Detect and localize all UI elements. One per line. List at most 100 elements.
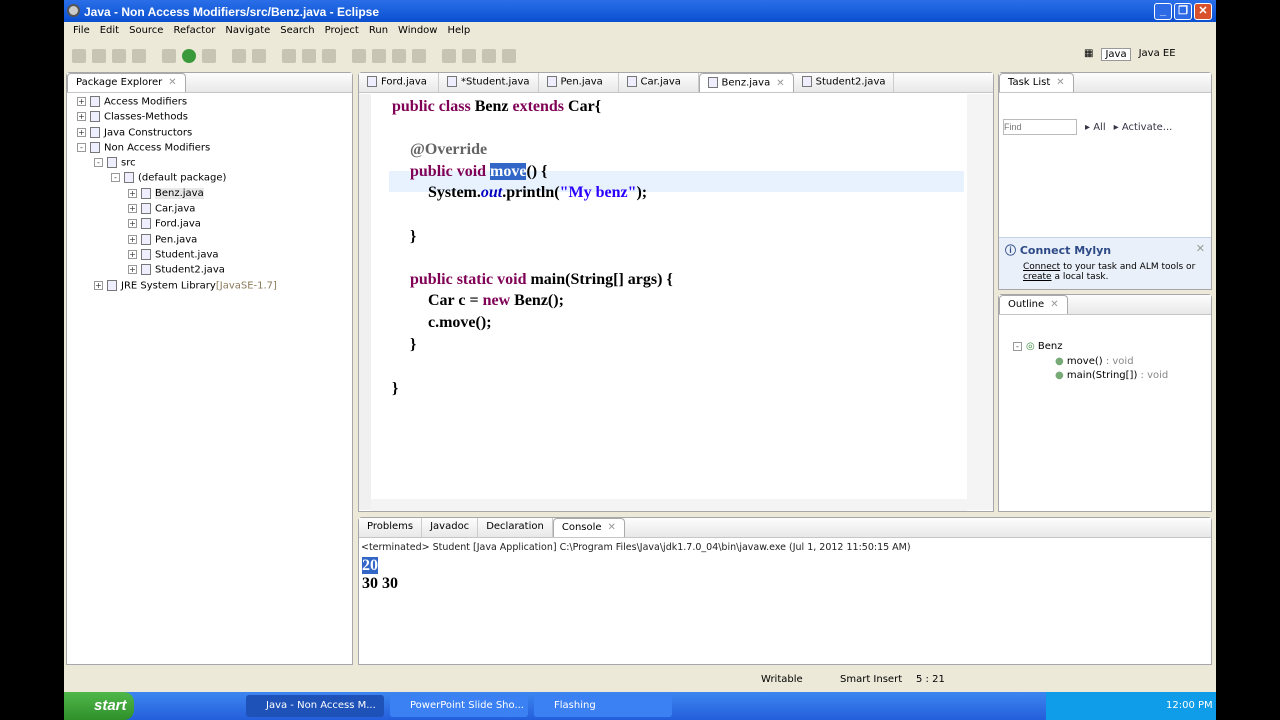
run-icon[interactable] — [182, 49, 196, 63]
tab-task-list[interactable]: Task List ✕ — [999, 73, 1074, 92]
tree-item-label: Classes-Methods — [104, 111, 188, 123]
minimize-button[interactable]: _ — [1154, 3, 1172, 20]
connect-link[interactable]: Connect — [1023, 262, 1060, 272]
print-icon[interactable] — [132, 49, 146, 63]
menu-refactor[interactable]: Refactor — [168, 25, 220, 39]
collapse-icon[interactable]: - — [77, 142, 86, 152]
tree-item[interactable]: - (default package) — [77, 172, 352, 187]
collapse-icon[interactable]: - — [94, 158, 103, 168]
close-icon[interactable]: ✕ — [168, 77, 176, 88]
tree-item[interactable]: + Ford.java — [77, 218, 352, 233]
forward-icon[interactable] — [502, 49, 516, 63]
prev-annotation-icon[interactable] — [462, 49, 476, 63]
filter-all-link[interactable]: ▸ All — [1085, 122, 1106, 133]
expand-icon[interactable]: + — [94, 280, 103, 290]
tab-problems[interactable]: Problems — [359, 518, 423, 537]
save-icon[interactable] — [92, 49, 106, 63]
outline-member[interactable]: ● main(String[]) : void — [1013, 367, 1211, 381]
close-icon[interactable]: ✕ — [776, 78, 784, 89]
menu-navigate[interactable]: Navigate — [220, 25, 275, 39]
menu-source[interactable]: Source — [124, 25, 168, 39]
expand-icon[interactable]: + — [128, 234, 137, 244]
maximize-button[interactable]: ❐ — [1174, 3, 1192, 20]
menu-run[interactable]: Run — [364, 25, 393, 39]
tab-javadoc[interactable]: Javadoc — [422, 518, 479, 537]
open-folder-icon[interactable] — [302, 49, 316, 63]
horizontal-scrollbar[interactable] — [371, 499, 967, 511]
tree-item[interactable]: + Access Modifiers — [77, 96, 352, 111]
perspective-java[interactable]: Java — [1101, 48, 1131, 61]
tree-item[interactable]: + Student2.java — [77, 264, 352, 279]
activate-link[interactable]: ▸ Activate... — [1114, 122, 1173, 133]
editor-tab[interactable]: *Student.java — [439, 73, 539, 92]
menu-help[interactable]: Help — [442, 25, 475, 39]
tab-console[interactable]: Console ✕ — [552, 518, 625, 537]
expand-icon[interactable]: + — [77, 97, 86, 106]
outline-class[interactable]: - ◎ Benz — [1013, 341, 1211, 352]
highlight-icon[interactable] — [372, 49, 386, 63]
expand-icon[interactable]: + — [128, 265, 137, 275]
create-link[interactable]: create — [1023, 272, 1052, 282]
outline-member[interactable]: ● move() : void — [1013, 352, 1211, 367]
tree-item[interactable]: - Non Access Modifiers — [77, 141, 352, 157]
console-output[interactable]: 20 30 30 — [359, 557, 1211, 593]
tab-declaration[interactable]: Declaration — [478, 518, 553, 537]
expand-icon[interactable]: + — [128, 249, 137, 259]
menu-project[interactable]: Project — [320, 25, 364, 39]
tree-item[interactable]: + Java Constructors — [77, 126, 352, 142]
project-icon — [107, 279, 117, 291]
tree-item[interactable]: + JRE System Library[JavaSE-1.7] — [77, 279, 352, 295]
new-class-icon[interactable] — [252, 49, 266, 63]
tab-outline[interactable]: Outline ✕ — [999, 295, 1068, 314]
task-find-input[interactable] — [1003, 119, 1077, 135]
taskbar-flashing[interactable]: Flashing — [534, 695, 672, 717]
new-package-icon[interactable] — [232, 49, 246, 63]
expand-icon[interactable]: + — [128, 204, 137, 214]
tree-item[interactable]: + Classes-Methods — [77, 111, 352, 126]
editor-tab[interactable]: Pen.java — [539, 73, 619, 92]
expand-icon[interactable]: + — [128, 219, 137, 229]
search-icon[interactable] — [322, 49, 336, 63]
taskbar-eclipse[interactable]: Java - Non Access M... — [246, 695, 384, 717]
toolbar — [72, 44, 516, 68]
tree-item[interactable]: + Pen.java — [77, 233, 352, 249]
next-annotation-icon[interactable] — [442, 49, 456, 63]
tree-item[interactable]: + Car.java — [77, 203, 352, 218]
editor-tab[interactable]: Student2.java — [794, 73, 895, 92]
tree-item[interactable]: + Student.java — [77, 248, 352, 264]
perspective-javaee[interactable]: Java EE — [1139, 48, 1176, 61]
tree-item[interactable]: - src — [77, 157, 352, 172]
menu-window[interactable]: Window — [393, 25, 442, 39]
tab-package-explorer[interactable]: Package Explorer ✕ — [67, 73, 186, 92]
open-perspective-icon[interactable]: ▦ — [1084, 48, 1093, 61]
block-icon[interactable] — [392, 49, 406, 63]
new-icon[interactable] — [72, 49, 86, 63]
menu-search[interactable]: Search — [275, 25, 319, 39]
open-type-icon[interactable] — [282, 49, 296, 63]
expand-icon[interactable]: + — [77, 112, 86, 122]
taskbar-powerpoint[interactable]: PowerPoint Slide Sho... — [390, 695, 528, 717]
show-whitespace-icon[interactable] — [412, 49, 426, 63]
tree-item[interactable]: + Benz.java — [77, 187, 352, 203]
external-tools-icon[interactable] — [202, 49, 216, 63]
back-icon[interactable] — [482, 49, 496, 63]
save-all-icon[interactable] — [112, 49, 126, 63]
code-line: System.out.println("My benz"); — [428, 184, 648, 201]
close-icon[interactable]: ✕ — [608, 522, 616, 533]
project-icon — [107, 157, 117, 169]
editor-tab[interactable]: Car.java — [619, 73, 699, 92]
toggle-mark-icon[interactable] — [352, 49, 366, 63]
close-button[interactable]: ✕ — [1194, 3, 1212, 20]
java-file-icon — [367, 76, 377, 87]
menu-file[interactable]: File — [68, 25, 95, 39]
debug-icon[interactable] — [162, 49, 176, 63]
close-icon[interactable]: ✕ — [1196, 242, 1205, 255]
editor-tab[interactable]: Benz.java ✕ — [698, 73, 794, 92]
expand-icon[interactable]: + — [77, 127, 86, 137]
collapse-icon[interactable]: - — [111, 173, 120, 183]
start-button[interactable]: start — [64, 692, 134, 720]
menu-edit[interactable]: Edit — [95, 25, 124, 39]
editor-tab[interactable]: Ford.java — [359, 73, 439, 92]
vertical-scrollbar[interactable] — [967, 94, 993, 510]
expand-icon[interactable]: + — [128, 188, 137, 198]
